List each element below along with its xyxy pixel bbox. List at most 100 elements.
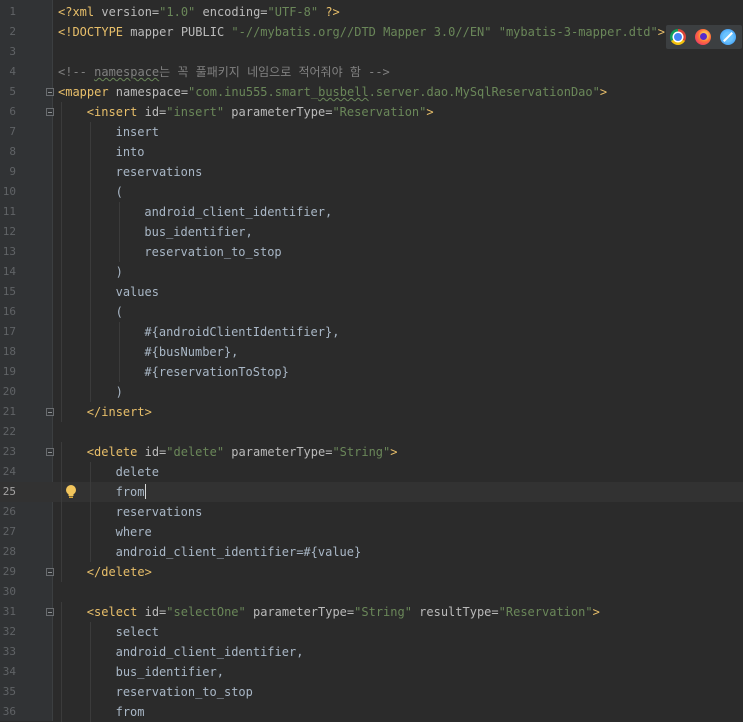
indent-guide xyxy=(61,482,62,502)
line-number: 4 xyxy=(9,65,16,78)
code-line[interactable]: 30 xyxy=(0,582,743,602)
code-line[interactable]: 3 xyxy=(0,42,743,62)
line-number: 28 xyxy=(2,545,16,558)
code-token: insert xyxy=(115,125,159,139)
code-line[interactable]: 18 #{busNumber}, xyxy=(0,342,743,362)
code-line[interactable]: 10 ( xyxy=(0,182,743,202)
fold-toggle-icon[interactable] xyxy=(46,448,54,456)
code-line[interactable]: 12 bus_identifier, xyxy=(0,222,743,242)
line-code: #{androidClientIdentifier}, xyxy=(144,322,339,342)
indent-guide xyxy=(89,342,91,362)
code-token: .server.dao.MySqlReservationDao" xyxy=(368,85,600,99)
line-number: 17 xyxy=(2,325,16,338)
indent-guide xyxy=(89,542,91,562)
code-line[interactable]: 16 ( xyxy=(0,302,743,322)
code-line[interactable]: 9 reservations xyxy=(0,162,743,182)
code-line[interactable]: 14) xyxy=(0,262,743,282)
indent-guide xyxy=(61,102,62,122)
code-token: delete xyxy=(115,465,159,479)
code-token: <insert xyxy=(86,105,145,119)
code-line[interactable]: 31 <select id="selectOne" parameterType="… xyxy=(0,602,743,622)
code-token: ) xyxy=(115,385,123,399)
line-number: 5 xyxy=(9,85,16,98)
indent-guide xyxy=(61,622,62,642)
code-line[interactable]: 25 from xyxy=(0,482,743,502)
code-editor[interactable]: 1 <?xml version="1.0" encoding="UTF-8" ?>… xyxy=(0,0,743,722)
line-code: into xyxy=(116,142,145,162)
code-line[interactable]: 26 reservations xyxy=(0,502,743,522)
indent-guide xyxy=(61,162,62,182)
indent-guide xyxy=(61,182,62,202)
intention-bulb-icon[interactable] xyxy=(64,484,78,500)
code-line[interactable]: 33 android_client_identifier, xyxy=(0,642,743,662)
indent-guide xyxy=(89,522,91,542)
line-code: <!DOCTYPE mapper PUBLIC "-//mybatis.org/… xyxy=(58,22,665,42)
code-line[interactable]: 11 android_client_identifier, xyxy=(0,202,743,222)
code-line[interactable]: 1 <?xml version="1.0" encoding="UTF-8" ?> xyxy=(0,2,743,22)
fold-toggle-icon[interactable] xyxy=(46,568,54,576)
code-line[interactable]: 28 android_client_identifier=#{value} xyxy=(0,542,743,562)
line-code: reservation_to_stop xyxy=(144,242,281,262)
line-number: 13 xyxy=(2,245,16,258)
code-token: <?xml xyxy=(58,5,102,19)
code-token: parameterType= xyxy=(245,605,355,619)
code-line[interactable]: 15 values xyxy=(0,282,743,302)
code-token: android_client_identifier, xyxy=(144,205,333,219)
code-line[interactable]: 29 </delete> xyxy=(0,562,743,582)
line-code: </delete> xyxy=(87,562,152,582)
code-line[interactable]: 21 </insert> xyxy=(0,402,743,422)
code-line[interactable]: 34 bus_identifier, xyxy=(0,662,743,682)
line-code: where xyxy=(116,522,152,542)
code-line[interactable]: 23 <delete id="delete" parameterType="Str… xyxy=(0,442,743,462)
line-number: 26 xyxy=(2,505,16,518)
indent-guide xyxy=(118,342,120,362)
fold-toggle-icon[interactable] xyxy=(46,108,54,116)
fold-toggle-icon[interactable] xyxy=(46,88,54,96)
code-token: <select xyxy=(86,605,145,619)
code-line[interactable]: 36 from xyxy=(0,702,743,722)
code-token: values xyxy=(115,285,159,299)
code-token: "Reservation" xyxy=(498,605,593,619)
code-token: > xyxy=(599,85,608,99)
line-code: <select id="selectOne" parameterType="St… xyxy=(87,602,600,622)
line-code: insert xyxy=(116,122,159,142)
code-token: parameterType= xyxy=(224,105,333,119)
code-token: namespace= xyxy=(115,85,189,99)
indent-guide xyxy=(118,222,120,242)
firefox-icon[interactable] xyxy=(695,29,711,45)
line-code: ) xyxy=(116,382,123,402)
code-line[interactable]: 17 #{androidClientIdentifier}, xyxy=(0,322,743,342)
code-token: reservations xyxy=(115,505,203,519)
code-line[interactable]: 20) xyxy=(0,382,743,402)
code-line[interactable]: 4 <!-- namespace는 꼭 풀패키지 네임으로 적어줘야 함 --> xyxy=(0,62,743,82)
code-line[interactable]: 6 <insert id="insert" parameterType="Rese… xyxy=(0,102,743,122)
code-line[interactable]: 2 <!DOCTYPE mapper PUBLIC "-//mybatis.org… xyxy=(0,22,743,42)
indent-guide xyxy=(61,322,62,342)
code-line[interactable]: 22 xyxy=(0,422,743,442)
code-line[interactable]: 7 insert xyxy=(0,122,743,142)
indent-guide xyxy=(61,282,62,302)
code-line[interactable]: 27 where xyxy=(0,522,743,542)
code-token: "1.0" xyxy=(159,5,196,19)
chrome-icon[interactable] xyxy=(670,29,686,45)
line-number: 16 xyxy=(2,305,16,318)
code-token: select xyxy=(115,625,159,639)
code-line[interactable]: 5 <mapper namespace="com.inu555.smart_bus… xyxy=(0,82,743,102)
code-line[interactable]: 24 delete xyxy=(0,462,743,482)
line-number: 31 xyxy=(2,605,16,618)
code-line[interactable]: 8 into xyxy=(0,142,743,162)
code-token: from xyxy=(115,705,145,719)
indent-guide xyxy=(89,182,91,202)
code-token: android_client_identifier, xyxy=(115,645,304,659)
code-token: busbell xyxy=(318,85,369,99)
code-line[interactable]: 32 select xyxy=(0,622,743,642)
fold-toggle-icon[interactable] xyxy=(46,608,54,616)
safari-icon[interactable] xyxy=(720,29,736,45)
line-number: 6 xyxy=(9,105,16,118)
line-number: 29 xyxy=(2,565,16,578)
code-line[interactable]: 35 reservation_to_stop xyxy=(0,682,743,702)
code-line[interactable]: 19 #{reservationToStop} xyxy=(0,362,743,382)
fold-toggle-icon[interactable] xyxy=(46,408,54,416)
indent-guide xyxy=(61,682,62,702)
code-line[interactable]: 13 reservation_to_stop xyxy=(0,242,743,262)
